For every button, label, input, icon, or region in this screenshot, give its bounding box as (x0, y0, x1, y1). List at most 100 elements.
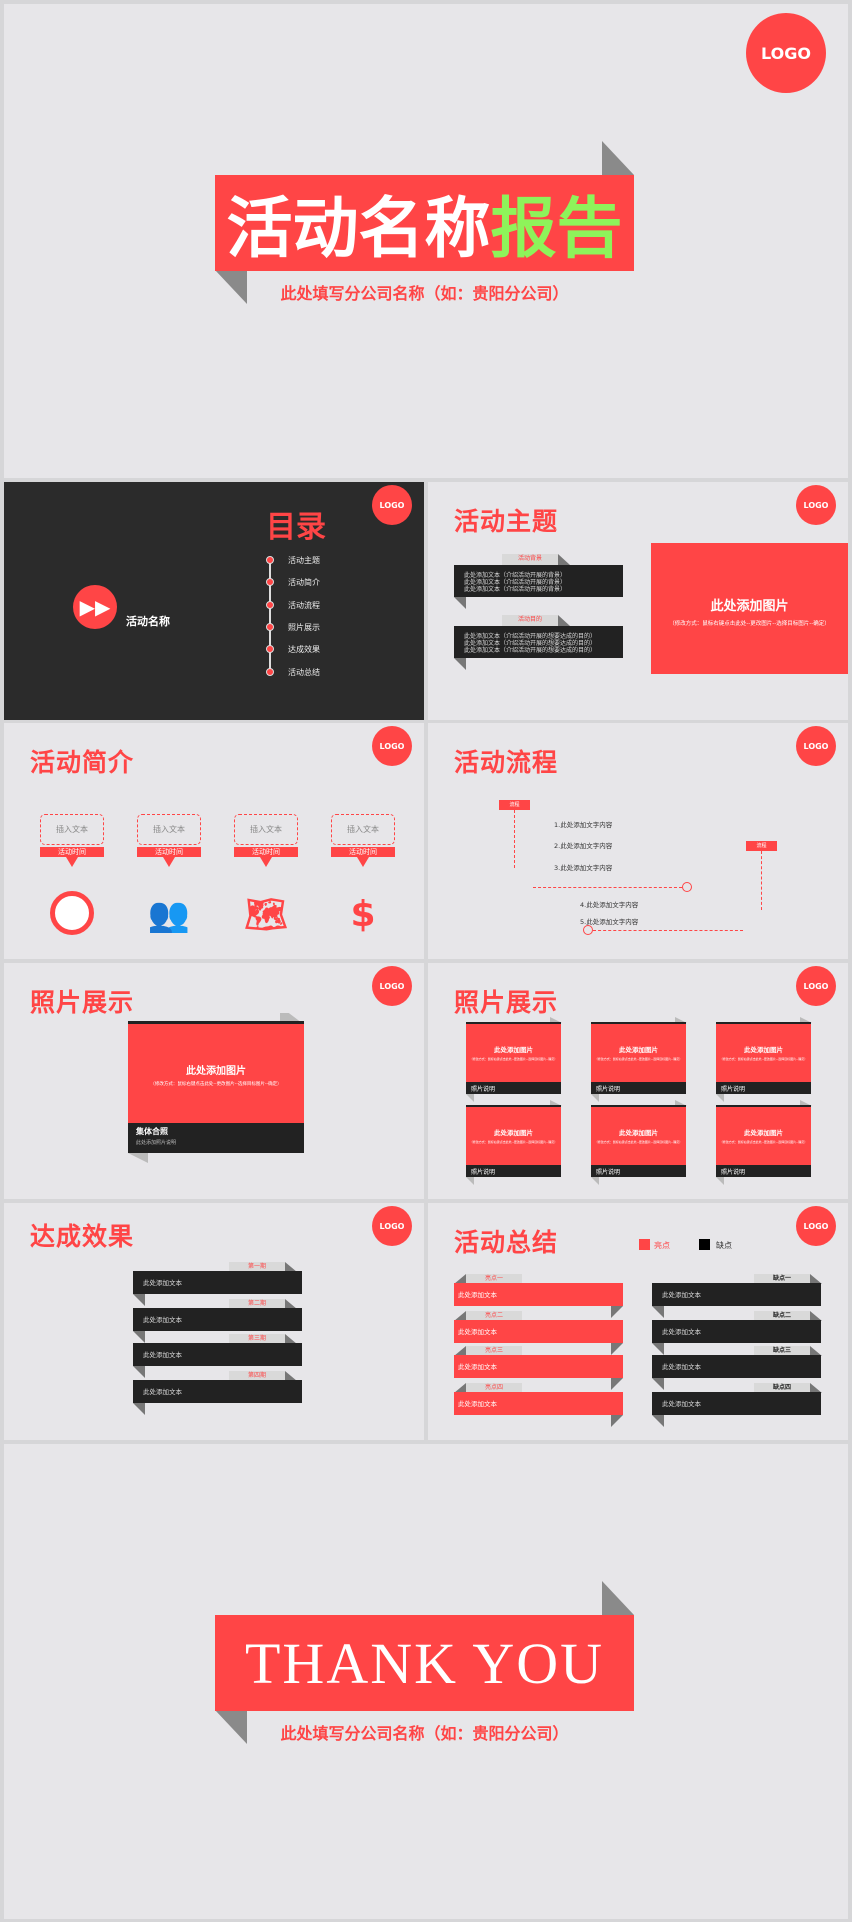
china-map-icon: 🗺 (244, 895, 288, 935)
pointer-icon (66, 857, 78, 867)
fold-icon (611, 1343, 623, 1355)
image-placeholder[interactable]: 此处添加图片 （修改方式：鼠标右键点击此处--更改图片--选择目标图片--确定） (716, 1022, 811, 1082)
image-hint: （修改方式：鼠标右键点击此处--更改图片--选择目标图片--确定） (719, 1140, 808, 1144)
thank-you-title: THANK YOU (245, 1630, 604, 1696)
logo: LOGO (372, 1206, 412, 1246)
fold-icon (652, 1306, 664, 1318)
text-block: 此处添加文本（介绍活动开展的想要达成的目的） 此处添加文本（介绍活动开展的想要达成… (454, 626, 623, 658)
fast-forward-icon: ▶▶ (73, 585, 117, 629)
image-placeholder[interactable]: 此处添加图片 （修改方式：鼠标右键点击此处--更改图片--选择目标图片--确定） (128, 1021, 304, 1123)
logo: LOGO (796, 726, 836, 766)
pointer-icon (357, 857, 369, 867)
pro-bar: 此处添加文本 (454, 1392, 623, 1415)
slide-theme: LOGO 活动主题 活动背景 此处添加文本（介绍活动开展的背景） 此处添加文本（介绍… (428, 482, 848, 720)
text-line: 此处添加文本（介绍活动开展的背景） (464, 579, 567, 586)
image-placeholder[interactable]: 此处添加图片 （修改方式：鼠标右键点击此处--更改图片--选择目标图片--确定） (716, 1105, 811, 1165)
slide-photo-grid: LOGO 照片展示 此处添加图片 （修改方式：鼠标右键点击此处--更改图片--选择… (428, 963, 848, 1199)
process-step: 1.此处添加文字内容 (554, 821, 613, 829)
image-placeholder[interactable]: 此处添加图片 （修改方式：鼠标右键点击此处--更改图片--选择目标图片--确定） (651, 543, 848, 674)
slide-summary: LOGO 活动总结 亮点 缺点 亮点一 此处添加文本 缺点一 此处添加文本 亮点二 此处添… (428, 1203, 848, 1440)
text-line: 此处添加文本（介绍活动开展的想要达成的目的） (464, 633, 597, 640)
time-label: 活动时间 (331, 847, 395, 857)
caption: 集体合照 (136, 1127, 168, 1136)
title-ribbon: 活动名称 报告 (215, 175, 634, 271)
clock-icon (50, 891, 94, 935)
logo: LOGO (796, 966, 836, 1006)
fold-icon (652, 1415, 664, 1427)
fold-icon (128, 1153, 148, 1163)
title-ribbon: THANK YOU (215, 1615, 634, 1711)
slide-process: LOGO 活动流程 流程 流程 1.此处添加文字内容 2.此处添加文字内容 3.此处… (428, 723, 848, 959)
toc-item[interactable]: 达成效果 (288, 644, 320, 655)
logo: LOGO (796, 485, 836, 525)
slide-intro: LOGO 活动简介 插入文本 活动时间 插入文本 活动时间 👥 插入文本 活动时间 🗺 插入文本… (4, 723, 424, 959)
pointer-icon (260, 857, 272, 867)
image-placeholder[interactable]: 此处添加图片 （修改方式：鼠标右键点击此处--更改图片--选择目标图片--确定） (466, 1105, 561, 1165)
fold-icon (454, 597, 466, 609)
result-bar: 此处添加文本 (133, 1271, 302, 1294)
block-tag: 活动背景 (502, 554, 558, 565)
text-box[interactable]: 插入文本 (40, 814, 104, 845)
subtitle: 此处填写分公司名称（如：贵阳分公司） (280, 1724, 569, 1743)
image-placeholder[interactable]: 此处添加图片 （修改方式：鼠标右键点击此处--更改图片--选择目标图片--确定） (466, 1022, 561, 1082)
logo: LOGO (746, 13, 826, 93)
image-placeholder[interactable]: 此处添加图片 （修改方式：鼠标右键点击此处--更改图片--选择目标图片--确定） (591, 1022, 686, 1082)
fold-icon (611, 1415, 623, 1427)
text-box[interactable]: 插入文本 (234, 814, 298, 845)
toc-item[interactable]: 活动主题 (288, 555, 320, 566)
toc-item[interactable]: 照片展示 (288, 622, 320, 633)
fold-icon (558, 554, 570, 565)
timeline-line (269, 560, 271, 672)
dollar-icon: $ (350, 894, 376, 935)
text-block: 此处添加文本（介绍活动开展的背景） 此处添加文本（介绍活动开展的背景） 此处添加文本… (454, 565, 623, 597)
toc-title: 目录 (266, 510, 326, 545)
logo: LOGO (372, 726, 412, 766)
caption-bar: 照片说明 (716, 1165, 811, 1177)
image-title: 此处添加图片 (494, 1129, 533, 1137)
caption-bar: 照片说明 (591, 1082, 686, 1094)
timeline-dot (266, 556, 274, 564)
slide-title: 活动总结 (454, 1228, 559, 1257)
timeline-dot (266, 645, 274, 653)
caption-bar: 照片说明 (591, 1165, 686, 1177)
dashed-line (533, 887, 682, 888)
block-tag: 活动目的 (502, 615, 558, 626)
process-step: 4.此处添加文字内容 (580, 901, 639, 909)
text-box[interactable]: 插入文本 (331, 814, 395, 845)
image-hint: （修改方式：鼠标右键点击此处--更改图片--选择目标图片--确定） (594, 1140, 683, 1144)
text-line: 此处添加文本（介绍活动开展的想要达成的目的） (464, 640, 597, 647)
time-label: 活动时间 (137, 847, 201, 857)
process-tag: 流程 (746, 841, 777, 851)
activity-name: 活动名称 (126, 615, 170, 628)
caption-bar: 照片说明 (466, 1082, 561, 1094)
timeline-dot (266, 668, 274, 676)
image-title: 此处添加图片 (744, 1129, 783, 1137)
fold-icon (652, 1343, 664, 1355)
fold-icon (133, 1331, 145, 1343)
toc-item[interactable]: 活动简介 (288, 577, 320, 588)
con-bar: 此处添加文本 (652, 1283, 821, 1306)
caption-bar: 集体合照 此处添加照片说明 (128, 1123, 304, 1153)
toc-item[interactable]: 活动总结 (288, 667, 320, 678)
image-hint: （修改方式：鼠标右键点击此处--更改图片--选择目标图片--确定） (469, 1140, 558, 1144)
title-main: 活动名称 (226, 190, 491, 267)
title-accent: 报告 (490, 190, 623, 267)
logo: LOGO (372, 966, 412, 1006)
slide-title: 活动流程 (454, 748, 559, 777)
fold-icon (558, 615, 570, 626)
people-icon: 👥 (147, 895, 191, 935)
ribbon-fold-icon (602, 1581, 634, 1615)
ribbon-fold-icon (602, 141, 634, 175)
text-box[interactable]: 插入文本 (137, 814, 201, 845)
slide-title: 照片展示 (30, 988, 135, 1017)
image-title: 此处添加图片 (186, 1066, 246, 1077)
slide-title: 达成效果 (30, 1222, 135, 1251)
subtitle: 此处填写分公司名称（如：贵阳分公司） (280, 284, 569, 303)
toc-item[interactable]: 活动流程 (288, 600, 320, 611)
time-label: 活动时间 (234, 847, 298, 857)
image-title: 此处添加图片 (744, 1046, 783, 1054)
legend-swatch-pro (639, 1239, 650, 1250)
image-title: 此处添加图片 (710, 599, 789, 614)
fold-icon (133, 1366, 145, 1378)
image-placeholder[interactable]: 此处添加图片 （修改方式：鼠标右键点击此处--更改图片--选择目标图片--确定） (591, 1105, 686, 1165)
